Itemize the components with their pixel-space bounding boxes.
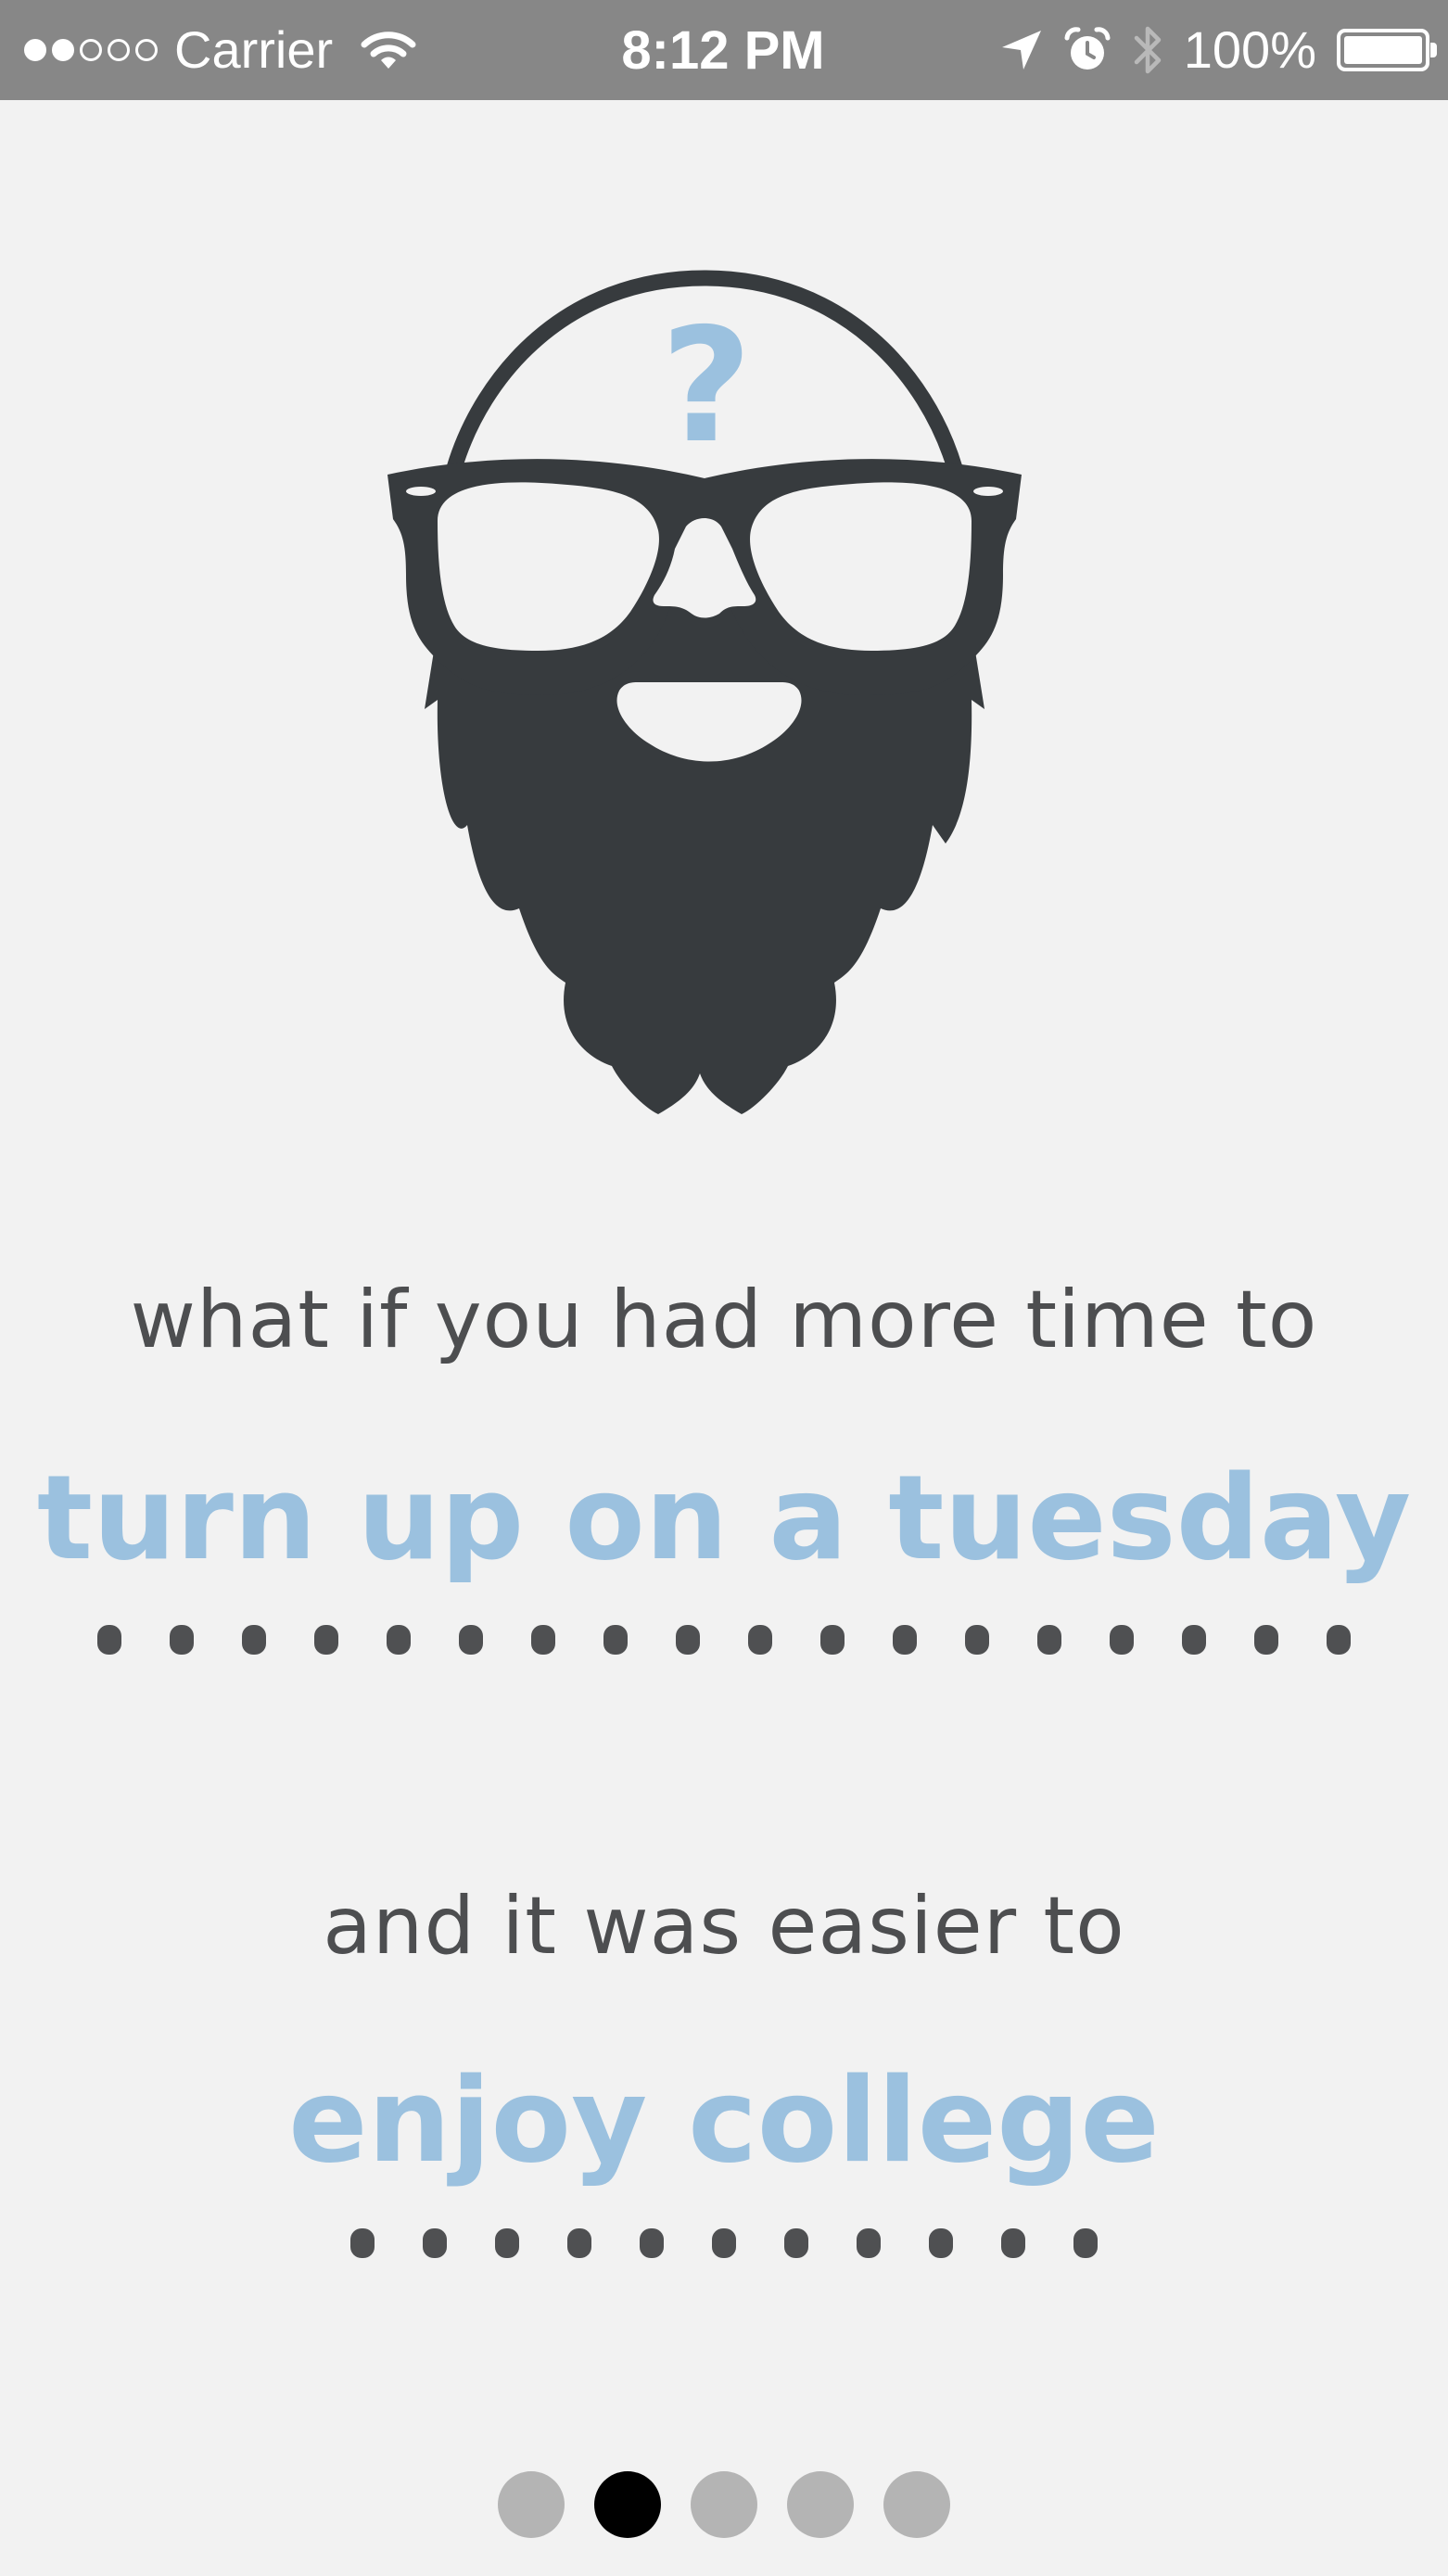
- underline-dot: [314, 1625, 338, 1655]
- underline-dot: [423, 2228, 447, 2258]
- underline-dot: [603, 1625, 628, 1655]
- signal-dot: [52, 39, 74, 61]
- battery-terminal: [1430, 43, 1437, 57]
- dotted-underline-2: [0, 2228, 1448, 2258]
- underline-dot: [387, 1625, 411, 1655]
- underline-dot: [97, 1625, 121, 1655]
- signal-dot: [80, 39, 102, 61]
- page-dot-1[interactable]: [498, 2471, 565, 2538]
- right-rivet: [973, 487, 1003, 496]
- underline-dot: [1254, 1625, 1278, 1655]
- underline-dot: [640, 2228, 664, 2258]
- signal-dot: [108, 39, 130, 61]
- underline-dot: [893, 1625, 917, 1655]
- underline-dot: [965, 1625, 989, 1655]
- underline-dot: [784, 2228, 808, 2258]
- bluetooth-icon: [1134, 26, 1162, 74]
- dotted-underline-1: [0, 1625, 1448, 1655]
- page-dot-5[interactable]: [883, 2471, 950, 2538]
- prompt-line-2: and it was easier to: [323, 1880, 1125, 1973]
- underline-dot: [1327, 1625, 1351, 1655]
- battery-fill: [1344, 36, 1422, 64]
- underline-dot: [1182, 1625, 1206, 1655]
- carrier-name: Carrier: [174, 20, 334, 79]
- highlight-line-2: enjoy college: [288, 2052, 1160, 2189]
- page-dot-3[interactable]: [691, 2471, 757, 2538]
- onboarding-screen: Carrier 8:12 PM 100% ? what if you had m…: [0, 0, 1448, 2576]
- underline-dot: [350, 2228, 375, 2258]
- underline-dot: [459, 1625, 483, 1655]
- location-arrow-icon: [1001, 31, 1041, 70]
- underline-dot: [676, 1625, 700, 1655]
- underline-dot: [170, 1625, 194, 1655]
- page-dot-2[interactable]: [594, 2471, 661, 2538]
- signal-strength-icon: [24, 39, 158, 61]
- status-bar-time: 8:12 PM: [621, 19, 825, 81]
- underline-dot: [1110, 1625, 1134, 1655]
- signal-dot: [24, 39, 46, 61]
- underline-dot: [1001, 2228, 1025, 2258]
- underline-dot: [929, 2228, 953, 2258]
- underline-dot: [820, 1625, 845, 1655]
- underline-dot: [1073, 2228, 1098, 2258]
- underline-dot: [857, 2228, 881, 2258]
- page-indicator[interactable]: [0, 2471, 1448, 2538]
- bearded-face-illustration: ?: [387, 270, 1022, 1114]
- underline-dot: [495, 2228, 519, 2258]
- underline-dot: [748, 1625, 772, 1655]
- left-rivet: [406, 487, 436, 496]
- prompt-line-1: what if you had more time to: [130, 1274, 1318, 1366]
- underline-dot: [531, 1625, 555, 1655]
- wifi-icon: [361, 32, 416, 69]
- underline-dot: [712, 2228, 736, 2258]
- status-bar-right: 100%: [1000, 0, 1437, 100]
- underline-dot: [242, 1625, 266, 1655]
- battery-icon: [1337, 29, 1437, 71]
- highlight-line-1: turn up on a tuesday: [36, 1450, 1412, 1586]
- underline-dot: [1037, 1625, 1061, 1655]
- signal-dot: [135, 39, 158, 61]
- question-mark: ?: [661, 295, 753, 478]
- battery-percentage: 100%: [1183, 20, 1316, 79]
- page-dot-4[interactable]: [787, 2471, 854, 2538]
- alarm-icon: [1064, 27, 1111, 70]
- underline-dot: [567, 2228, 591, 2258]
- status-bar-left: Carrier: [24, 0, 416, 100]
- status-bar: Carrier 8:12 PM 100%: [0, 0, 1448, 100]
